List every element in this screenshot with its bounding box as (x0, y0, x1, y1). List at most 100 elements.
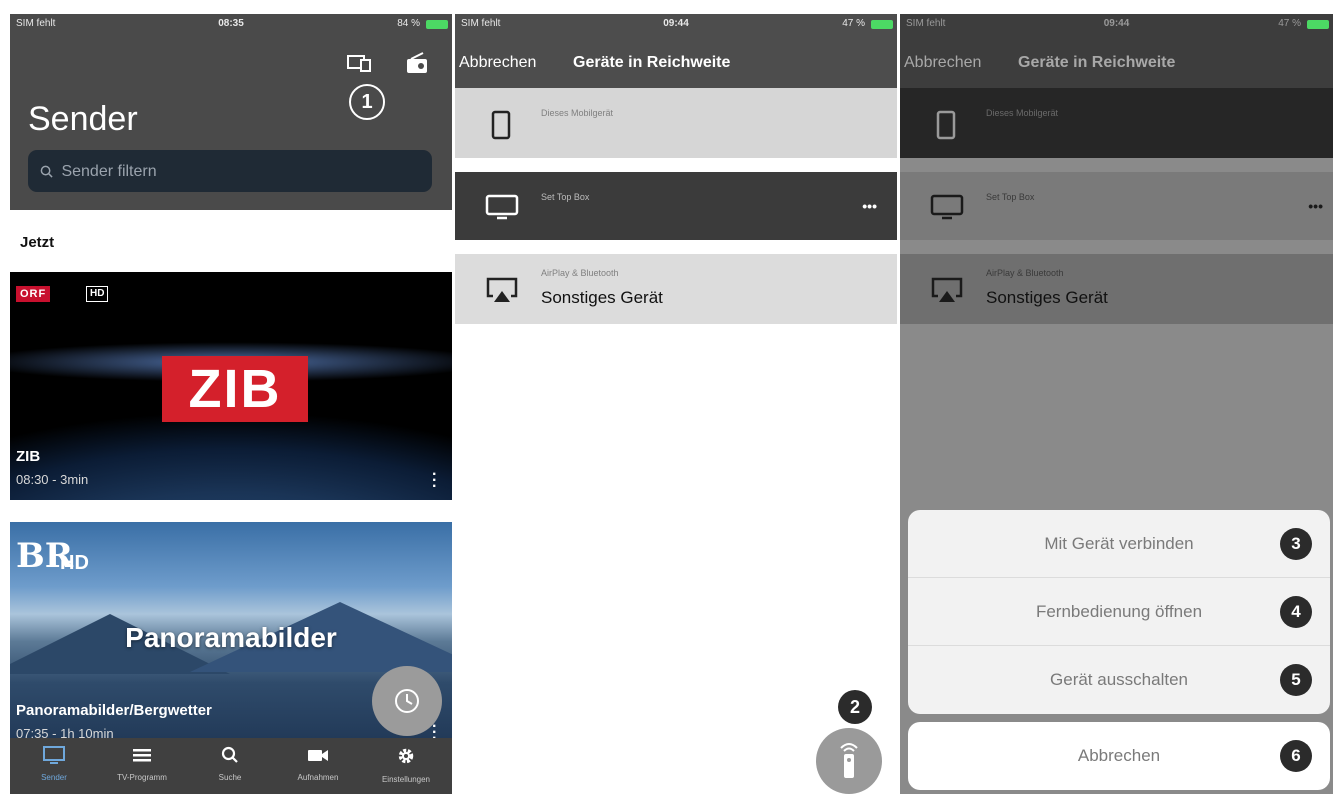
action-label: Mit Gerät verbinden (1044, 534, 1194, 553)
tab-tv-programm[interactable]: TV-Programm (98, 738, 186, 794)
more-vertical-icon[interactable]: ··· (432, 467, 438, 495)
row-gap (900, 158, 1333, 172)
orf-logo: ORF (16, 286, 51, 302)
airplay-icon (486, 277, 518, 302)
search-input[interactable]: Sender filtern (28, 150, 432, 192)
tab-sender[interactable]: Sender (10, 738, 98, 794)
status-bar: SIM fehlt 08:35 84 % (10, 14, 452, 34)
tv-icon (930, 194, 964, 220)
screen-sender-list: SIM fehlt 08:35 84 % 1 Sender Sender fil… (10, 14, 452, 794)
page-title: Sender (28, 100, 138, 138)
step-badge-5: 5 (1280, 664, 1312, 696)
show-title: ZIB (16, 448, 41, 465)
status-bar: SIM fehlt 09:44 47 % (900, 14, 1333, 34)
show-time: 08:30 - 3min (16, 472, 89, 487)
gear-icon (398, 748, 414, 764)
tab-label: Suche (218, 773, 242, 782)
action-label: Fernbedienung öffnen (1035, 602, 1203, 621)
battery-label: 84 % (397, 18, 420, 29)
nav-bar: SIM fehlt 09:44 47 % Abbrechen Geräte in… (900, 14, 1333, 88)
clock-label: 08:35 (218, 18, 244, 29)
clock-icon (395, 689, 419, 713)
remote-button[interactable] (816, 728, 882, 794)
battery-label: 47 % (1278, 18, 1301, 29)
camera-icon (308, 750, 328, 761)
tv-icon (485, 194, 519, 220)
cancel-button[interactable]: Abbrechen (459, 54, 536, 72)
search-placeholder: Sender filtern (61, 163, 157, 180)
battery-label: 47 % (842, 18, 865, 29)
device-subtitle: Set Top Box (986, 192, 1035, 202)
device-subtitle: AirPlay & Bluetooth (541, 268, 619, 278)
list-icon (133, 749, 151, 762)
tab-bar: Sender TV-Programm Suche Aufnahmen Einst… (10, 738, 452, 794)
show-logo: Panoramabilder (125, 622, 337, 653)
connect-device-action[interactable]: Mit Gerät verbinden (908, 510, 1330, 578)
phone-icon (491, 110, 511, 140)
device-row-airplay[interactable]: AirPlay & Bluetooth Sonstiges Gerät (900, 254, 1333, 324)
airplay-icon (931, 277, 963, 302)
row-gap (455, 240, 897, 254)
page-title: Geräte in Reichweite (1018, 54, 1176, 71)
search-icon (40, 165, 53, 178)
device-subtitle: AirPlay & Bluetooth (986, 268, 1064, 278)
more-icon[interactable]: ••• (1308, 198, 1323, 214)
tab-label: Einstellungen (381, 775, 431, 784)
screen-devices: SIM fehlt 09:44 47 % Abbrechen Geräte in… (455, 14, 897, 794)
row-gap (900, 240, 1333, 254)
device-row-set-top-box[interactable]: Set Top Box ••• (455, 172, 897, 240)
tab-suche[interactable]: Suche (186, 738, 274, 794)
more-icon[interactable]: ••• (862, 198, 877, 214)
tab-aufnahmen[interactable]: Aufnahmen (274, 738, 362, 794)
hd-badge: HD (86, 286, 109, 302)
device-subtitle: Dieses Mobilgerät (541, 108, 614, 118)
step-badge-2: 2 (838, 690, 872, 724)
tv-icon (43, 746, 65, 764)
battery-icon (426, 20, 448, 29)
radio-icon[interactable] (405, 52, 429, 74)
battery-icon (871, 20, 893, 29)
device-row-mobile[interactable]: Dieses Mobilgerät (455, 88, 897, 158)
row-gap (455, 158, 897, 172)
cancel-action[interactable]: Abbrechen (908, 722, 1330, 790)
cancel-action-label: Abbrechen (1077, 746, 1161, 765)
page-title: Geräte in Reichweite (573, 54, 731, 71)
tab-label: TV-Programm (117, 773, 167, 782)
step-badge-3: 3 (1280, 528, 1312, 560)
sender-header: SIM fehlt 08:35 84 % 1 Sender Sender fil… (10, 14, 452, 210)
device-row-airplay[interactable]: AirPlay & Bluetooth Sonstiges Gerät (455, 254, 897, 324)
cancel-button[interactable]: Abbrechen (904, 54, 981, 72)
tab-label: Sender (41, 773, 67, 782)
show-title: Panoramabilder/Bergwetter (16, 702, 212, 719)
tab-label: Aufnahmen (297, 773, 339, 782)
device-row-set-top-box[interactable]: Set Top Box ••• (900, 172, 1333, 240)
tab-einstellungen[interactable]: Einstellungen (362, 738, 450, 794)
device-name: Sonstiges Gerät (986, 288, 1108, 307)
action-sheet: Mit Gerät verbinden Fernbedienung öffnen… (908, 510, 1330, 714)
search-icon (221, 746, 238, 763)
devices-icon[interactable] (347, 54, 371, 72)
hd-badge: HD (60, 552, 89, 574)
open-remote-action[interactable]: Fernbedienung öffnen (908, 578, 1330, 646)
screen-device-actions: SIM fehlt 09:44 47 % Abbrechen Geräte in… (900, 14, 1333, 794)
nav-bar: SIM fehlt 09:44 47 % Abbrechen Geräte in… (455, 14, 897, 88)
clock-label: 09:44 (1103, 18, 1130, 29)
phone-icon (936, 110, 956, 140)
zib-logo: ZIB (162, 356, 308, 422)
step-badge-1: 1 (349, 84, 385, 120)
device-subtitle: Dieses Mobilgerät (986, 108, 1059, 118)
device-row-mobile[interactable]: Dieses Mobilgerät (900, 88, 1333, 158)
history-button[interactable] (372, 666, 442, 736)
battery-icon (1307, 20, 1329, 29)
section-header-now: Jetzt (10, 210, 452, 272)
action-label: Gerät ausschalten (1050, 670, 1188, 689)
channel-card-orf[interactable]: ORF HD ZIB ZIB 08:30 - 3min · · · (10, 272, 452, 500)
status-bar: SIM fehlt 09:44 47 % (455, 14, 897, 34)
clock-label: 09:44 (663, 18, 689, 29)
device-name: Sonstiges Gerät (541, 288, 663, 307)
step-badge-6: 6 (1280, 740, 1312, 772)
power-off-action[interactable]: Gerät ausschalten (908, 646, 1330, 714)
step-badge-4: 4 (1280, 596, 1312, 628)
device-subtitle: Set Top Box (541, 192, 590, 202)
card-separator (10, 500, 452, 522)
